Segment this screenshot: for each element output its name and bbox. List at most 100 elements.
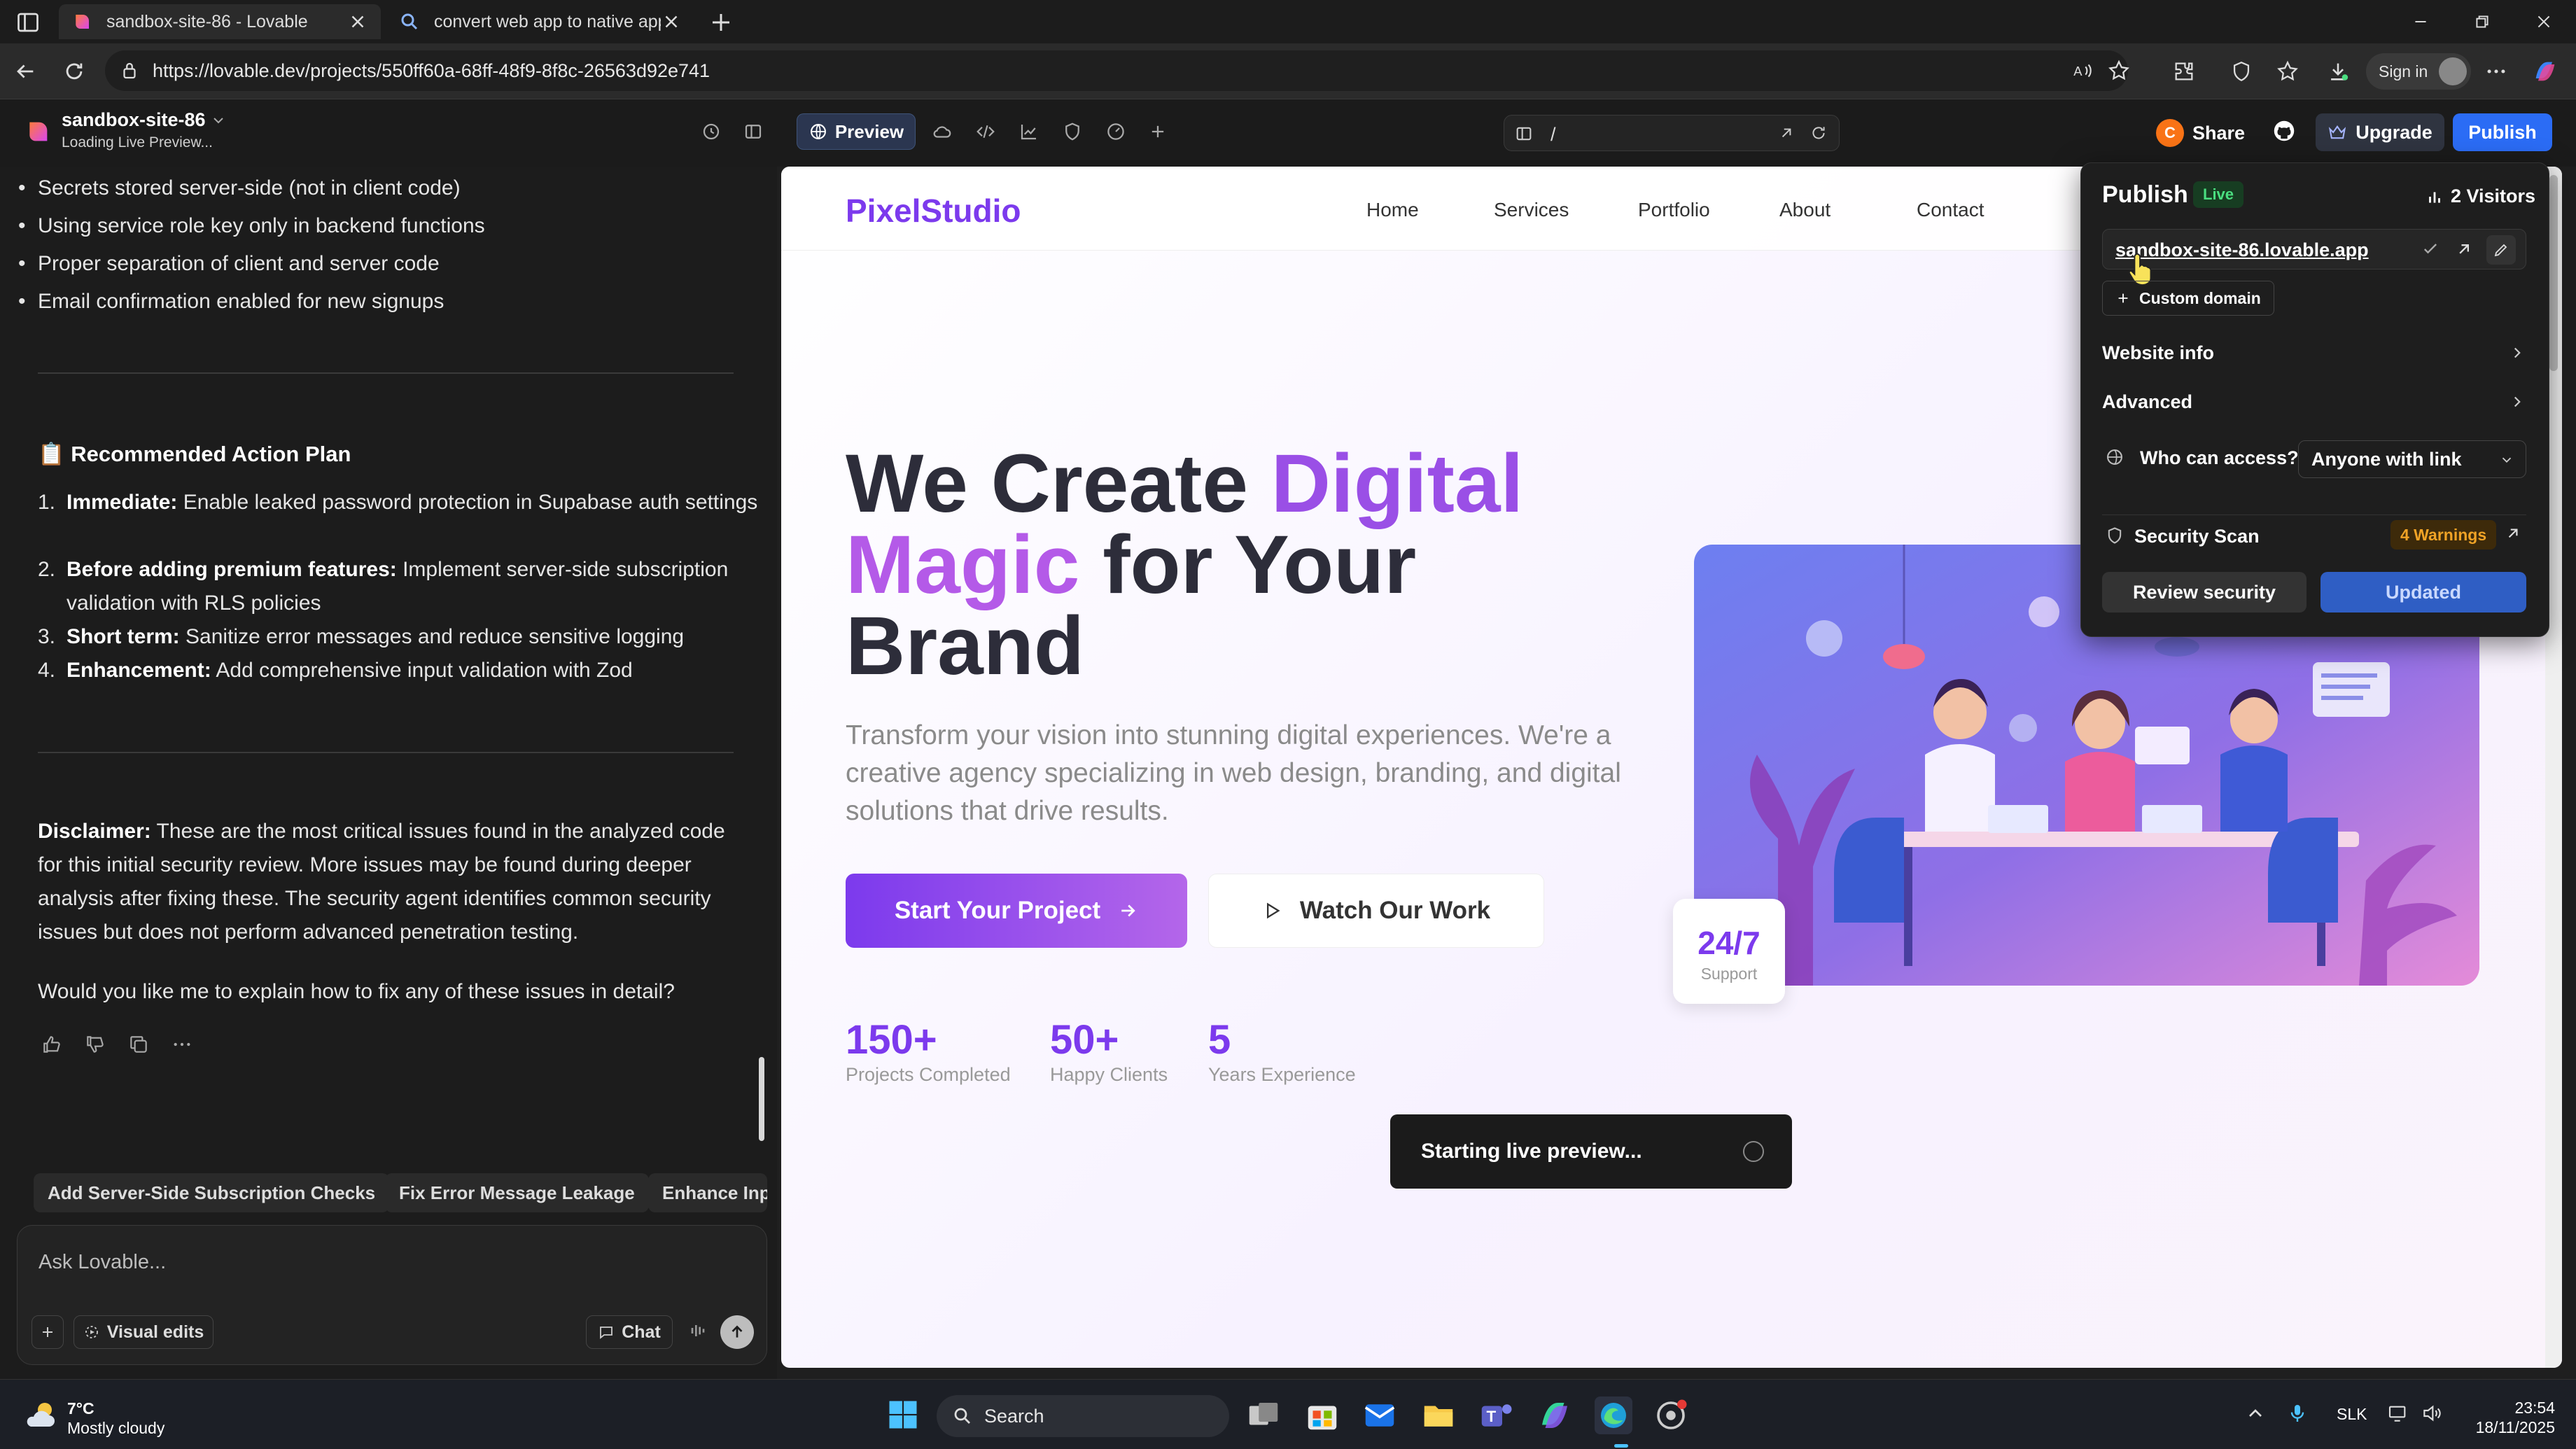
user-avatar[interactable]: C: [2156, 119, 2184, 147]
open-external-icon[interactable]: [1777, 124, 1797, 144]
publish-button[interactable]: Publish: [2453, 113, 2552, 151]
chat-input[interactable]: Ask Lovable...: [38, 1251, 166, 1274]
sign-in-button[interactable]: Sign in: [2366, 53, 2471, 90]
lovable-logo-icon[interactable]: [24, 118, 52, 146]
store-icon[interactable]: [1303, 1396, 1341, 1434]
favorite-star-icon[interactable]: [2107, 59, 2131, 83]
project-name[interactable]: sandbox-site-86: [62, 109, 206, 131]
m365-icon[interactable]: [1536, 1396, 1574, 1434]
hero-text: Brand: [846, 600, 1084, 692]
upgrade-button[interactable]: Upgrade: [2316, 113, 2444, 151]
speed-icon[interactable]: [1103, 119, 1128, 144]
new-tab-icon[interactable]: [708, 10, 734, 35]
nav-portfolio[interactable]: Portfolio: [1638, 199, 1710, 221]
send-button[interactable]: [720, 1315, 754, 1349]
suggestion-chip[interactable]: Enhance Inp: [648, 1173, 767, 1212]
language-indicator[interactable]: SLK: [2337, 1405, 2367, 1424]
open-external-icon[interactable]: [2454, 239, 2475, 260]
nav-home[interactable]: Home: [1366, 199, 1419, 221]
tab-lovable[interactable]: sandbox-site-86 - Lovable: [59, 4, 381, 39]
extensions-icon[interactable]: [2169, 56, 2199, 87]
sidebar-toggle-icon[interactable]: [15, 10, 41, 35]
thumbs-down-icon[interactable]: [84, 1033, 109, 1058]
shield-browser-icon[interactable]: [2226, 56, 2257, 87]
visitors-count[interactable]: 2 Visitors: [2426, 186, 2535, 207]
volume-icon[interactable]: [2421, 1402, 2446, 1427]
address-bar[interactable]: https://lovable.dev/projects/550ff60a-68…: [105, 50, 2131, 91]
windows-start-icon[interactable]: [885, 1396, 923, 1434]
chevron-down-icon[interactable]: [210, 112, 227, 129]
history-icon[interactable]: [699, 119, 724, 144]
downloads-icon[interactable]: [2323, 56, 2353, 87]
nav-about[interactable]: About: [1779, 199, 1830, 221]
code-icon[interactable]: [973, 119, 998, 144]
start-project-button[interactable]: Start Your Project: [846, 874, 1187, 948]
chevron-up-icon[interactable]: [2244, 1402, 2269, 1427]
edit-domain-button[interactable]: [2486, 235, 2516, 265]
close-window-icon[interactable]: [2513, 0, 2575, 43]
website-info-row[interactable]: Website info: [2102, 342, 2526, 364]
watch-work-button[interactable]: Watch Our Work: [1208, 874, 1544, 948]
access-select[interactable]: Anyone with link: [2298, 440, 2526, 478]
chat-mode-button[interactable]: Chat: [586, 1315, 673, 1349]
network-icon[interactable]: [2387, 1402, 2412, 1427]
refresh-icon[interactable]: [59, 56, 90, 87]
task-view-icon[interactable]: [1245, 1396, 1282, 1434]
preview-path-bar[interactable]: /: [1504, 115, 1840, 151]
close-tab-icon[interactable]: [347, 11, 368, 32]
voice-icon[interactable]: [687, 1320, 712, 1345]
url-text[interactable]: https://lovable.dev/projects/550ff60a-68…: [153, 60, 710, 82]
analytics-icon[interactable]: [1016, 119, 1042, 144]
microphone-icon[interactable]: [2286, 1402, 2311, 1427]
teams-icon[interactable]: T: [1477, 1396, 1515, 1434]
taskbar-search[interactable]: Search: [937, 1395, 1229, 1437]
reload-preview-icon[interactable]: [1809, 124, 1829, 144]
updated-button[interactable]: Updated: [2320, 572, 2526, 612]
tab-search[interactable]: convert web app to native app - I: [386, 4, 694, 39]
preview-button[interactable]: Preview: [797, 113, 916, 150]
copilot-icon[interactable]: [2530, 56, 2561, 87]
edge-icon[interactable]: [1595, 1396, 1632, 1434]
search-icon: [954, 1408, 970, 1424]
preview-scroll-thumb[interactable]: [2549, 175, 2558, 371]
more-actions-icon[interactable]: [171, 1033, 196, 1058]
minimize-icon[interactable]: [2390, 0, 2451, 43]
file-explorer-icon[interactable]: [1420, 1396, 1457, 1434]
suggestion-chip[interactable]: Fix Error Message Leakage: [385, 1173, 649, 1212]
add-view-icon[interactable]: [1145, 119, 1170, 144]
review-security-button[interactable]: Review security: [2102, 572, 2306, 612]
thumbs-up-icon[interactable]: [41, 1033, 66, 1058]
outlook-icon[interactable]: [1361, 1396, 1399, 1434]
device-icon[interactable]: [1514, 124, 1534, 144]
lock-icon[interactable]: [119, 60, 140, 81]
badge-value: 24/7: [1698, 925, 1760, 961]
restore-icon[interactable]: [2451, 0, 2513, 43]
share-button[interactable]: C Share: [2156, 115, 2254, 151]
warnings-badge[interactable]: 4 Warnings: [2390, 520, 2497, 550]
collections-icon[interactable]: [2272, 56, 2303, 87]
chat-input-box[interactable]: Ask Lovable... Visual edits Chat: [17, 1225, 767, 1365]
visual-edits-button[interactable]: Visual edits: [74, 1315, 214, 1349]
chat-scrollbar[interactable]: [759, 1057, 764, 1141]
advanced-row[interactable]: Advanced: [2102, 391, 2526, 413]
read-aloud-icon[interactable]: A: [2071, 59, 2094, 83]
cloud-icon[interactable]: [930, 119, 955, 144]
system-clock[interactable]: 23:54 18/11/2025: [2464, 1398, 2555, 1437]
site-brand[interactable]: PixelStudio: [846, 192, 1021, 230]
add-attachment-button[interactable]: [31, 1315, 64, 1349]
more-options-icon[interactable]: [2481, 56, 2512, 87]
suggestion-chip[interactable]: Add Server-Side Subscription Checks: [34, 1173, 390, 1212]
github-icon[interactable]: [2271, 118, 2299, 146]
back-icon[interactable]: [10, 56, 41, 87]
open-external-icon[interactable]: [2504, 524, 2525, 545]
custom-domain-button[interactable]: Custom domain: [2102, 281, 2274, 316]
security-shield-icon[interactable]: [1060, 119, 1085, 144]
weather-cloud-icon[interactable]: [22, 1398, 59, 1430]
copy-icon[interactable]: [127, 1033, 153, 1058]
panel-toggle-icon[interactable]: [741, 119, 766, 144]
preview-path[interactable]: /: [1550, 124, 1556, 146]
close-tab-icon[interactable]: [661, 11, 682, 32]
chrome-icon[interactable]: [1652, 1396, 1690, 1434]
nav-services[interactable]: Services: [1494, 199, 1569, 221]
nav-contact[interactable]: Contact: [1917, 199, 1984, 221]
